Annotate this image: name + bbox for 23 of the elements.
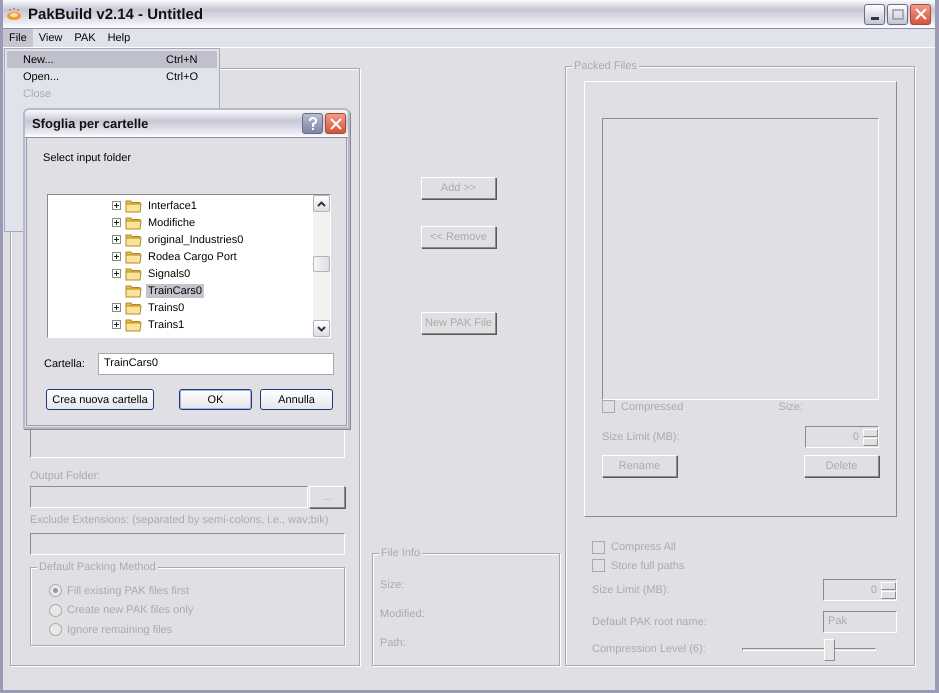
size-limit-label: Size Limit (MB): xyxy=(602,431,680,443)
checkbox-label: Store full paths xyxy=(611,560,684,572)
checkbox-label: Compress All xyxy=(611,541,676,554)
size-limit-label: Size Limit (MB): xyxy=(592,584,670,596)
root-name-label: Default PAK root name: xyxy=(592,616,707,628)
radio-label: Fill existing PAK files first xyxy=(67,584,190,597)
dialog-title: Sfoglia per cartelle xyxy=(32,116,148,131)
folder-label: Cartella: xyxy=(44,358,86,370)
size-label: Size: xyxy=(778,400,803,412)
output-folder-label: Output Folder: xyxy=(30,470,100,482)
window-title: PakBuild v2.14 - Untitled xyxy=(28,6,204,22)
radio-label: Create new PAK files only xyxy=(67,604,194,616)
group-title: Default Packing Method xyxy=(37,561,158,573)
compression-level-label: Compression Level (6): xyxy=(592,643,706,655)
radio-label: Ignore remaining files xyxy=(67,624,172,636)
info-label: Modified: xyxy=(380,607,426,622)
exclude-extensions-label: Exclude Extensions: (separated by semi-colons, i.e., wav;bik) xyxy=(30,514,328,526)
info-label: Size: xyxy=(380,578,406,593)
info-label: Path: xyxy=(380,636,407,651)
group-title: File Info xyxy=(379,547,422,559)
group-title: Packed Files xyxy=(572,60,639,72)
dialog-prompt: Select input folder xyxy=(43,152,132,164)
checkbox-label: Compressed xyxy=(621,400,684,412)
